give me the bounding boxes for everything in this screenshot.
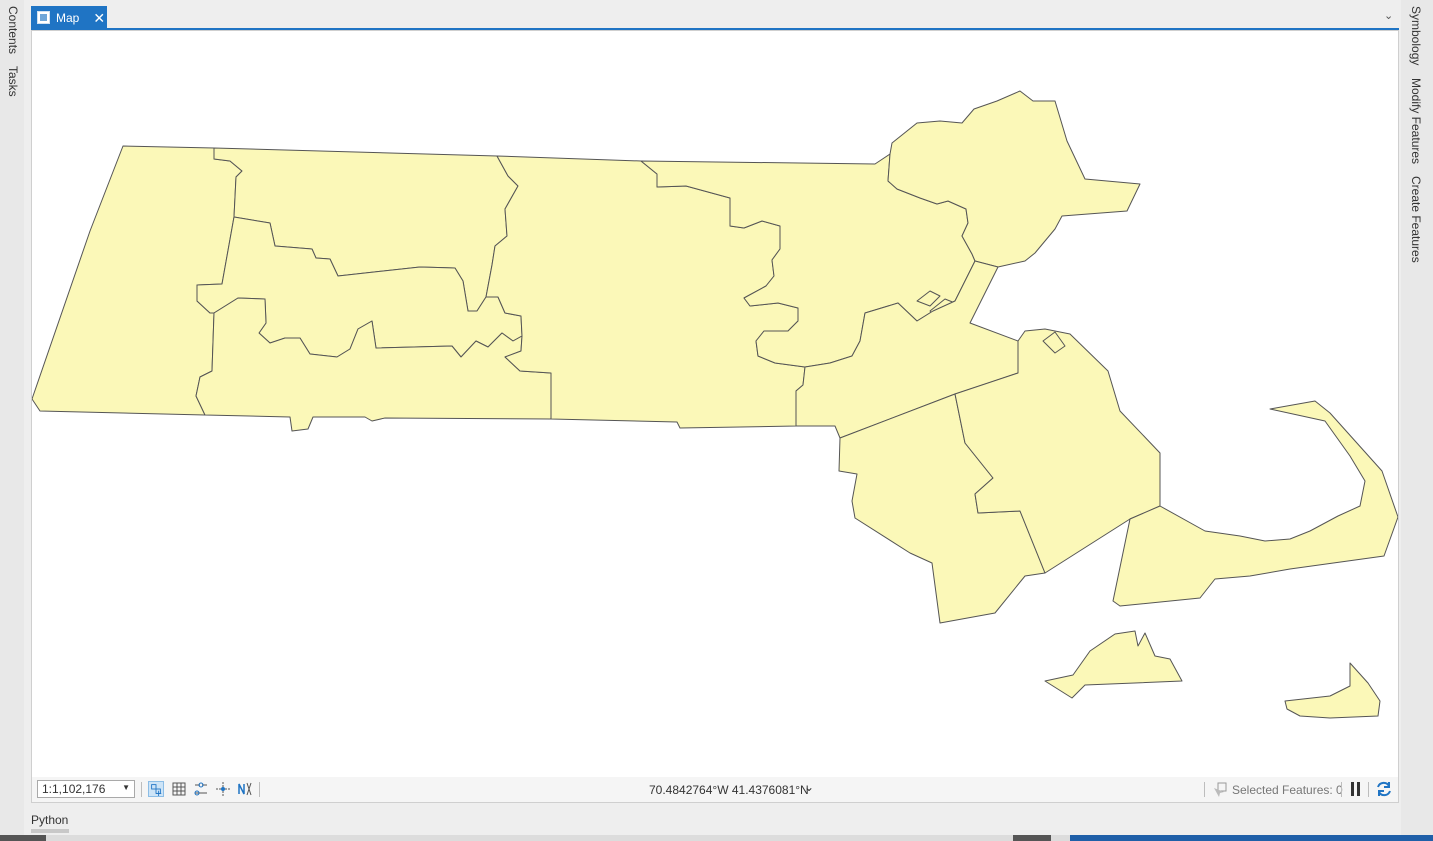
- coordinates-chevron-icon[interactable]: ⌄: [804, 780, 814, 794]
- view-tab-strip: Map ✕: [31, 6, 1401, 30]
- cursor-coordinates: 70.4842764°W 41.4376081°N: [649, 783, 809, 797]
- taskbar-segment: [0, 835, 46, 841]
- constraints-icon[interactable]: [193, 781, 209, 797]
- map-tab-label: Map: [56, 10, 80, 25]
- grid-icon[interactable]: [171, 781, 187, 797]
- selection-icon: [1214, 782, 1227, 797]
- create-features-pane-tab[interactable]: Create Features: [1409, 176, 1423, 263]
- selected-features-indicator[interactable]: Selected Features: 0: [1212, 782, 1343, 798]
- taskbar-segment: [1070, 835, 1433, 841]
- map-view[interactable]: [31, 30, 1399, 803]
- scale-value: 1:1,102,176: [42, 782, 106, 796]
- divider: [259, 782, 260, 797]
- scale-selector[interactable]: 1:1,102,176 ▼: [37, 780, 135, 798]
- selected-features-label: Selected Features: 0: [1232, 783, 1343, 797]
- snapping-toggle-icon[interactable]: [148, 781, 164, 797]
- divider: [1341, 782, 1342, 797]
- map-icon: [37, 11, 50, 24]
- python-pane-tab[interactable]: Python: [31, 813, 68, 827]
- close-icon[interactable]: ✕: [93, 11, 105, 25]
- county-dukes[interactable]: [1044, 630, 1183, 699]
- north-arrow-icon[interactable]: [237, 781, 253, 797]
- right-dock-rail: Symbology Modify Features Create Feature…: [1401, 0, 1433, 841]
- map-canvas[interactable]: [32, 31, 1398, 778]
- dropdown-caret-icon[interactable]: ▼: [122, 783, 130, 792]
- map-status-bar: 1:1,102,176 ▼ 70.4842764°W 41.4376081°N …: [32, 777, 1398, 802]
- python-tab-indicator: [31, 829, 69, 833]
- symbology-pane-tab[interactable]: Symbology: [1409, 6, 1423, 65]
- tasks-pane-tab[interactable]: Tasks: [6, 66, 20, 97]
- left-dock-rail: Contents Tasks: [0, 0, 24, 841]
- pause-drawing-icon[interactable]: [1350, 782, 1362, 796]
- divider: [1204, 782, 1205, 797]
- modify-features-pane-tab[interactable]: Modify Features: [1409, 78, 1423, 164]
- contents-pane-tab[interactable]: Contents: [6, 6, 20, 54]
- taskbar-segment: [1013, 835, 1051, 841]
- map-view-tab[interactable]: Map ✕: [31, 6, 107, 29]
- divider: [1368, 782, 1369, 797]
- tab-overflow-chevron-icon[interactable]: ⌄: [1384, 9, 1393, 22]
- divider: [141, 782, 142, 797]
- refresh-icon[interactable]: [1375, 780, 1393, 798]
- correction-icon[interactable]: [215, 781, 231, 797]
- county-nantucket[interactable]: [1284, 662, 1381, 719]
